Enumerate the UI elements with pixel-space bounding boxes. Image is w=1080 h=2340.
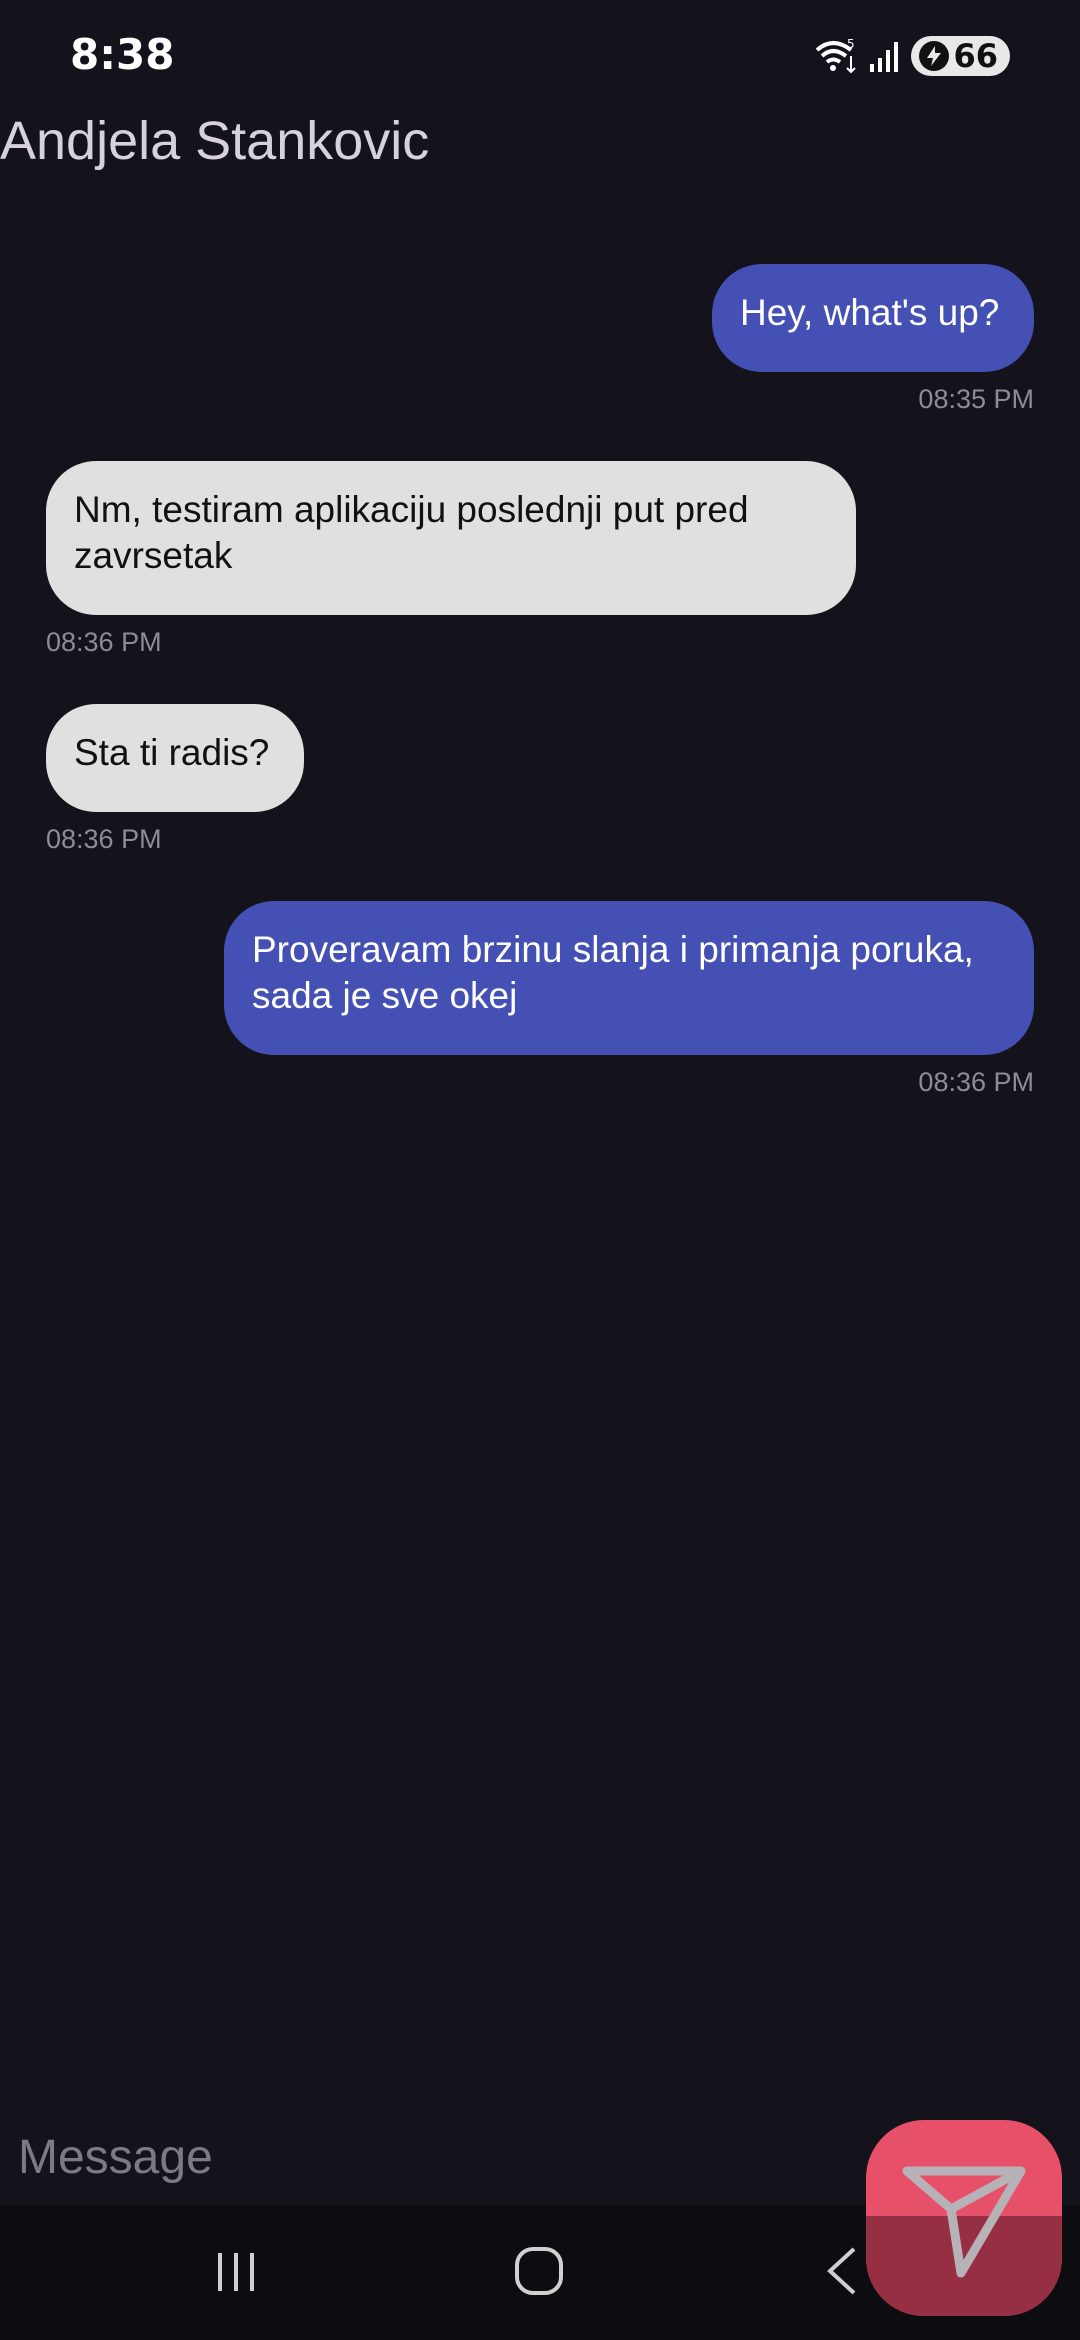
send-button[interactable] (866, 2120, 1062, 2316)
battery-level: 66 (953, 37, 998, 75)
message-timestamp: 08:36 PM (46, 824, 162, 854)
status-bar: 8:38 5 66 (0, 0, 1080, 115)
battery-charging-icon (919, 41, 950, 71)
svg-text:5: 5 (847, 38, 855, 51)
message-bubble-outgoing[interactable]: Proveravam brzinu slanja i primanja poru… (224, 901, 1034, 1055)
recent-apps-icon (212, 2247, 260, 2300)
message-timestamp: 08:36 PM (918, 1067, 1034, 1097)
message-bubble-incoming[interactable]: Nm, testiram aplikaciju poslednji put pr… (46, 461, 856, 615)
battery-indicator: 66 (911, 36, 1010, 76)
wifi-icon: 5 (813, 38, 857, 74)
back-icon (822, 2245, 862, 2302)
status-time: 8:38 (70, 30, 175, 79)
contact-name: Andjela Stankovic (0, 111, 430, 171)
status-icons: 5 66 (813, 36, 1010, 76)
message-bubble-outgoing[interactable]: Hey, what's up? (712, 264, 1034, 372)
recent-apps-button[interactable] (196, 2243, 276, 2303)
message-timestamp: 08:35 PM (918, 384, 1034, 414)
home-button[interactable] (499, 2243, 579, 2303)
message-timestamp: 08:36 PM (46, 627, 162, 657)
send-icon (899, 2151, 1029, 2286)
home-icon (513, 2245, 565, 2302)
message-input[interactable] (0, 2100, 822, 2218)
signal-icon (869, 40, 899, 72)
message-bubble-incoming[interactable]: Sta ti radis? (46, 704, 304, 812)
